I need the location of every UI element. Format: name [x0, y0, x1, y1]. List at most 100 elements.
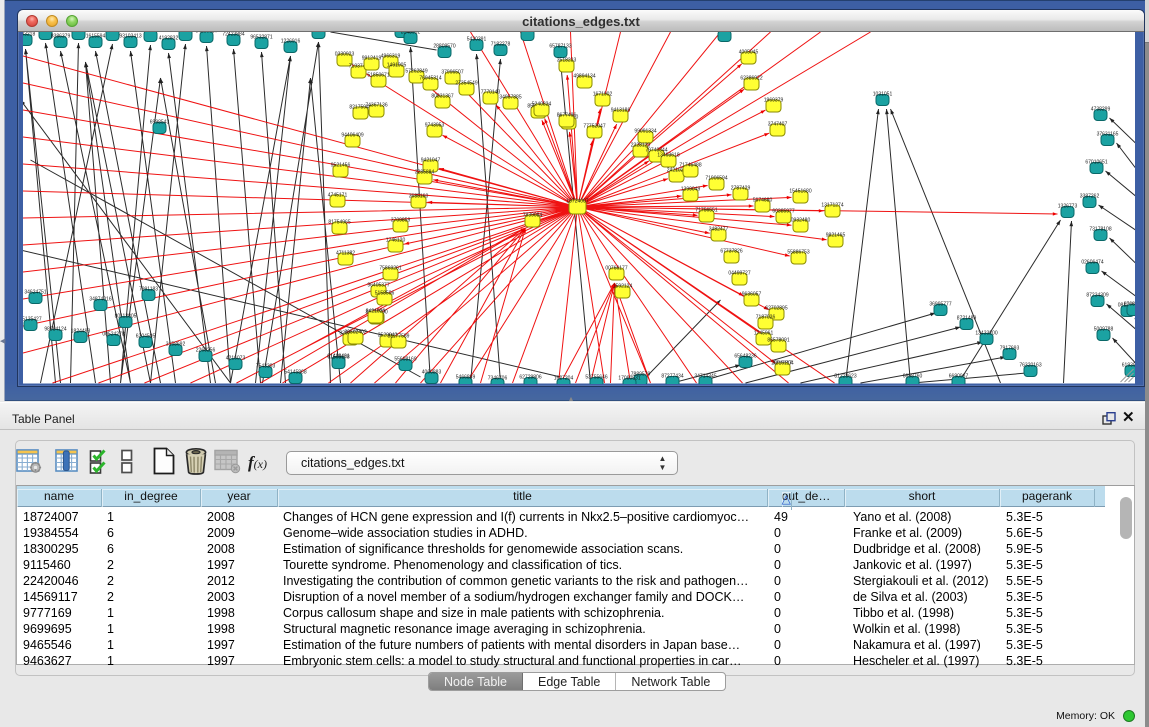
svg-text:96532871: 96532871 — [250, 35, 272, 41]
svg-text:25135427: 25135427 — [23, 317, 42, 323]
svg-text:36995777: 36995777 — [929, 302, 951, 308]
svg-text:4966319: 4966319 — [380, 54, 400, 60]
svg-text:34624751: 34624751 — [24, 290, 46, 296]
svg-text:4745171: 4745171 — [327, 193, 347, 199]
svg-text:53755646: 53755646 — [585, 375, 607, 381]
svg-text:5674680: 5674680 — [752, 198, 772, 204]
svg-text:9912419: 9912419 — [361, 56, 381, 62]
svg-text:7543303: 7543303 — [255, 364, 275, 370]
svg-text:5098393: 5098393 — [714, 32, 734, 34]
svg-text:1745961: 1745961 — [753, 331, 773, 337]
svg-text:81223623: 81223623 — [834, 374, 856, 380]
svg-text:00524278: 00524278 — [102, 332, 124, 338]
svg-text:9821465: 9821465 — [825, 233, 845, 239]
svg-text:7770143: 7770143 — [480, 90, 500, 96]
svg-text:2260256: 2260256 — [195, 348, 215, 354]
svg-text:6690967: 6690967 — [948, 374, 968, 380]
svg-text:64139537: 64139537 — [195, 32, 217, 35]
svg-text:0433218: 0433218 — [23, 32, 35, 38]
svg-text:5009788: 5009788 — [1093, 327, 1113, 333]
svg-text:71756551: 71756551 — [695, 208, 717, 214]
svg-text:1969379: 1969379 — [763, 98, 783, 104]
svg-text:80831367: 80831367 — [431, 94, 453, 100]
svg-text:3709859: 3709859 — [390, 218, 410, 224]
svg-text:7917693: 7917693 — [999, 346, 1019, 352]
svg-text:8421020: 8421020 — [365, 309, 385, 315]
svg-text:62386922: 62386922 — [740, 76, 762, 82]
svg-text:8386379: 8386379 — [50, 34, 70, 40]
svg-text:80112805: 80112805 — [114, 314, 136, 320]
svg-text:67737826: 67737826 — [720, 249, 742, 255]
svg-text:62729806: 62729806 — [519, 375, 541, 381]
svg-text:87234309: 87234309 — [1086, 293, 1108, 299]
svg-text:4192832: 4192832 — [158, 36, 178, 42]
svg-text:1491905: 1491905 — [386, 63, 406, 69]
svg-text:75869261: 75869261 — [379, 266, 401, 272]
svg-text:3747407: 3747407 — [767, 122, 787, 128]
svg-text:71746488: 71746488 — [679, 163, 701, 169]
svg-text:77752047: 77752047 — [583, 124, 605, 130]
svg-text:4316117: 4316117 — [772, 361, 791, 367]
svg-text:6475255: 6475255 — [140, 32, 160, 34]
svg-text:76320163: 76320163 — [1019, 363, 1041, 369]
svg-text:54145868: 54145868 — [284, 370, 306, 376]
svg-text:4216073: 4216073 — [225, 356, 245, 362]
svg-text:65648236: 65648236 — [734, 354, 756, 360]
svg-text:1399049: 1399049 — [680, 187, 700, 193]
svg-text:4711382: 4711382 — [335, 251, 354, 257]
svg-text:67010651: 67010651 — [1085, 160, 1107, 166]
svg-text:1627204: 1627204 — [553, 376, 573, 382]
svg-text:02606474: 02606474 — [1081, 260, 1103, 266]
svg-text:6204505: 6204505 — [135, 334, 155, 340]
svg-text:5466889: 5466889 — [455, 375, 475, 381]
svg-text:13433200: 13433200 — [975, 331, 997, 337]
svg-text:5158506: 5158506 — [374, 291, 394, 297]
svg-text:37631165: 37631165 — [1096, 132, 1118, 138]
svg-text:61595148: 61595148 — [327, 355, 349, 361]
svg-text:0932480: 0932480 — [790, 218, 810, 224]
svg-text:6998543: 6998543 — [149, 120, 169, 126]
svg-text:13171274: 13171274 — [821, 203, 843, 209]
svg-text:9521456: 9521456 — [330, 163, 350, 169]
svg-text:51850671: 51850671 — [367, 73, 389, 79]
svg-text:7991183: 7991183 — [138, 287, 157, 293]
svg-text:00766177: 00766177 — [605, 266, 627, 272]
svg-text:28809570: 28809570 — [433, 44, 455, 50]
svg-text:98084124: 98084124 — [44, 327, 66, 333]
svg-text:76945314: 76945314 — [419, 76, 441, 82]
svg-text:1615594: 1615594 — [85, 34, 105, 40]
svg-text:65787133: 65787133 — [549, 44, 571, 50]
svg-text:3518233: 3518233 — [556, 58, 576, 64]
svg-text:60385977: 60385977 — [772, 209, 794, 215]
svg-text:4060883: 4060883 — [421, 370, 441, 376]
svg-text:81177589: 81177589 — [387, 334, 409, 340]
svg-text:71906594: 71906594 — [705, 176, 727, 182]
svg-text:15451680: 15451680 — [789, 189, 811, 195]
svg-text:3387262: 3387262 — [1079, 194, 1099, 200]
svg-text:55698169: 55698169 — [394, 357, 416, 363]
svg-text:93103413: 93103413 — [119, 34, 141, 40]
svg-text:1824493: 1824493 — [70, 329, 90, 335]
svg-text:7816184: 7816184 — [102, 32, 122, 33]
svg-text:34957885: 34957885 — [499, 95, 521, 101]
svg-text:99091334: 99091334 — [634, 129, 656, 135]
svg-text:1326773: 1326773 — [1057, 204, 1077, 210]
svg-text:4896383: 4896383 — [517, 32, 537, 33]
svg-text:74367136: 74367136 — [365, 103, 387, 109]
svg-text:8148932: 8148932 — [400, 32, 420, 36]
svg-text:13493618: 13493618 — [657, 153, 679, 159]
svg-text:9421047: 9421047 — [420, 158, 440, 164]
svg-text:17080531: 17080531 — [618, 376, 640, 382]
svg-text:1031051: 1031051 — [872, 92, 892, 98]
svg-text:8677496: 8677496 — [556, 113, 576, 119]
svg-text:3482477: 3482477 — [708, 227, 728, 233]
svg-text:5240824: 5240824 — [531, 102, 551, 108]
svg-text:04499727: 04499727 — [728, 271, 750, 277]
svg-text:4738299: 4738299 — [1090, 107, 1110, 113]
svg-text:39502402: 39502402 — [344, 330, 366, 336]
svg-text:86578091: 86578091 — [767, 338, 789, 344]
svg-text:6193990: 6193990 — [1121, 363, 1135, 369]
svg-text:27354549: 27354549 — [455, 81, 477, 87]
svg-text:7839084: 7839084 — [522, 213, 542, 219]
svg-text:62702895: 62702895 — [765, 306, 787, 312]
